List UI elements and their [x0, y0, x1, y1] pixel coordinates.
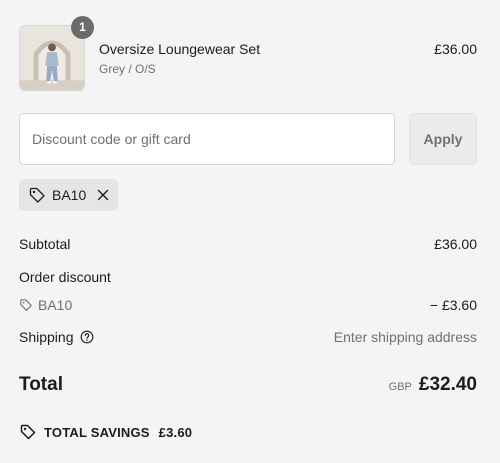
product-name: Oversize Loungewear Set	[99, 41, 261, 57]
discount-code-input[interactable]	[19, 113, 395, 165]
discount-form: Apply	[19, 113, 477, 165]
applied-discount-tag: BA10	[19, 179, 118, 211]
discount-code-name: BA10	[38, 297, 73, 313]
tag-icon	[29, 187, 45, 203]
total-amount: £32.40	[418, 374, 477, 395]
line-item: 1 Oversize Loungewear Set Grey / O/S £36…	[19, 16, 477, 91]
shipping-value: Enter shipping address	[333, 329, 477, 345]
discount-value: − £3.60	[429, 297, 477, 313]
close-icon[interactable]	[96, 188, 110, 202]
tags-icon	[20, 424, 36, 440]
product-price: £36.00	[434, 41, 477, 57]
total-label: Total	[19, 374, 63, 395]
tag-icon	[20, 299, 32, 311]
product-variant: Grey / O/S	[99, 62, 156, 76]
discount-code-label: BA10	[52, 187, 87, 203]
total-savings: TOTAL SAVINGS £3.60	[19, 423, 192, 441]
help-icon[interactable]	[80, 330, 94, 344]
savings-label: TOTAL SAVINGS	[44, 424, 150, 440]
quantity-badge: 1	[71, 16, 94, 39]
savings-amount: £3.60	[158, 424, 193, 440]
apply-button[interactable]: Apply	[409, 113, 477, 165]
currency-code: GBP	[388, 381, 412, 393]
subtotal-label: Subtotal	[19, 236, 71, 252]
subtotal-value: £36.00	[434, 236, 477, 252]
order-discount-label: Order discount	[19, 269, 111, 285]
shipping-label: Shipping	[19, 329, 74, 345]
